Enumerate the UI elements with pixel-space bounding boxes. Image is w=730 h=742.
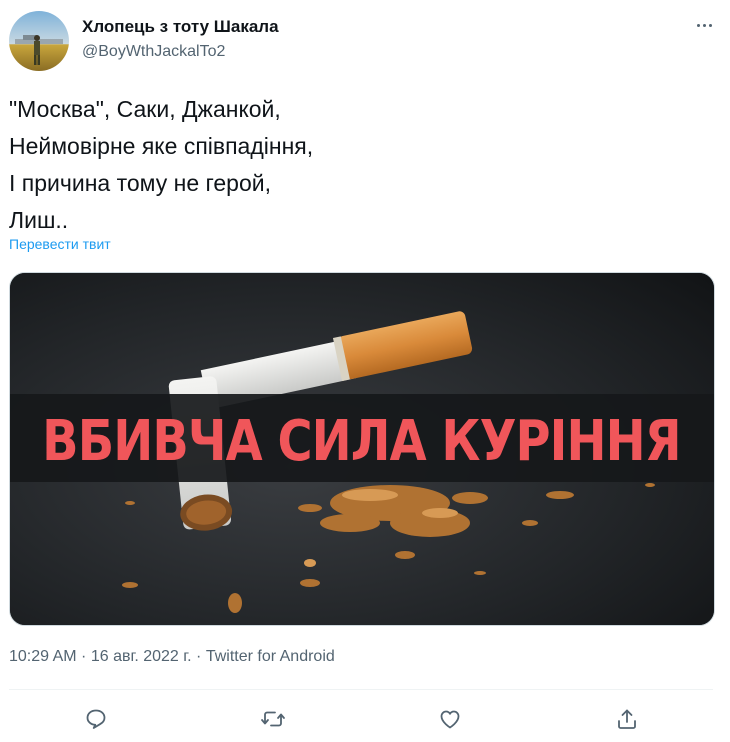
reply-icon[interactable]	[81, 704, 111, 734]
tweet-text-line: "Москва", Саки, Джанкой,	[9, 96, 281, 122]
tweet-text-line: І причина тому не герой,	[9, 170, 271, 196]
tweet-text-line: Неймовірне яке співпадіння,	[9, 133, 314, 159]
user-handle[interactable]: @BoyWthJackalTo2	[82, 43, 225, 61]
tweet-text-line: Лиш..	[9, 207, 69, 233]
translate-tweet-link[interactable]: Перевести твит	[9, 236, 111, 252]
tweet-actions	[0, 700, 730, 740]
avatar[interactable]	[9, 11, 69, 71]
tweet-timestamp[interactable]: 10:29 AM · 16 авг. 2022 г. · Twitter for…	[9, 648, 335, 666]
tweet-text: "Москва", Саки, Джанкой, Неймовірне яке …	[9, 91, 709, 239]
tweet-image[interactable]: ВБИВЧА СИЛА КУРІННЯ	[9, 272, 715, 626]
more-options-icon[interactable]	[691, 14, 717, 36]
like-icon[interactable]	[435, 704, 465, 734]
tweet-header: Хлопець з тоту Шакала @BoyWthJackalTo2	[9, 10, 721, 72]
retweet-icon[interactable]	[258, 704, 288, 734]
image-banner-text: ВБИВЧА СИЛА КУРІННЯ	[42, 409, 680, 474]
divider	[9, 689, 713, 690]
share-icon[interactable]	[612, 704, 642, 734]
display-name[interactable]: Хлопець з тоту Шакала	[82, 17, 279, 37]
